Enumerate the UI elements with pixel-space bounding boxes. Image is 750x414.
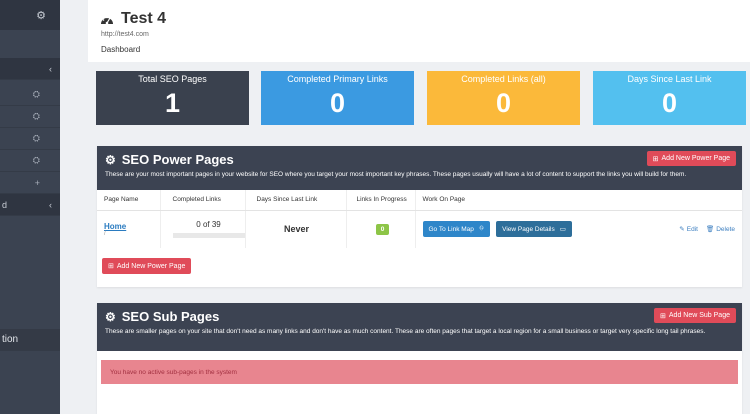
sidebar-header: ⚙ [0, 0, 60, 30]
sub-pages-panel: ⚙ SEO Sub Pages These are smaller pages … [97, 303, 742, 414]
stat-label: Completed Links (all) [461, 74, 546, 84]
window-icon: ▭ [559, 226, 566, 234]
gauge-icon: ⛭ [32, 155, 40, 165]
stat-days-since-last-link: Days Since Last Link 0 [593, 71, 746, 125]
stat-value: 1 [164, 88, 181, 118]
page-link-home[interactable]: Home [104, 222, 160, 231]
gauge-icon: ⛭ [32, 133, 40, 143]
trash-icon: 🗑 [705, 226, 715, 234]
sidebar-item-bottom-label: tion [2, 334, 19, 345]
cell-links-in-progress: 0 [346, 210, 416, 248]
power-pages-table: Page Name Completed Links Days Since Las… [97, 190, 742, 248]
sidebar-item-5[interactable]: + [0, 172, 60, 194]
col-completed-links: Completed Links [160, 190, 246, 211]
col-days-since-last-link: Days Since Last Link [245, 190, 347, 211]
power-pages-title-text: SEO Power Pages [121, 152, 234, 167]
cell-days-since: Never [245, 210, 347, 248]
site-name: Test 4 [121, 10, 167, 27]
view-page-details-button[interactable]: View Page Details ▭ [496, 221, 572, 238]
stat-label: Total SEO Pages [138, 74, 207, 84]
stat-value: 0 [329, 88, 346, 118]
gear-icon[interactable]: ⚙ [36, 9, 46, 22]
power-pages-description: These are your most important pages in y… [105, 171, 687, 178]
breadcrumb[interactable]: Dashboard [101, 45, 140, 54]
sub-pages-title: ⚙ SEO Sub Pages [105, 309, 734, 324]
no-sub-pages-alert: You have no active sub-pages in the syst… [101, 360, 738, 384]
delete-label: Delete [716, 225, 735, 233]
sidebar-item-4[interactable]: ⛭ [0, 150, 60, 172]
page-header: Test 4 http://test4.com Dashboard [88, 0, 750, 62]
completed-count: 0 of 39 [196, 220, 221, 230]
cell-page-name: Home / [97, 210, 161, 248]
add-sub-page-button[interactable]: ⊞ Add New Sub Page [654, 308, 736, 323]
table-header-row: Page Name Completed Links Days Since Las… [97, 190, 742, 211]
cell-work-on-page: Go To Link Map ⛗ View Page Details ▭ ✎ E… [415, 210, 742, 248]
chevron-left-icon: ‹ [49, 199, 52, 210]
sidebar-section-2[interactable]: d ‹ [0, 194, 60, 216]
stat-value: 0 [661, 88, 678, 118]
sub-pages-header: ⚙ SEO Sub Pages These are smaller pages … [97, 303, 742, 351]
sidebar-section-2-label: d [2, 199, 8, 210]
col-work-on-page: Work On Page [415, 190, 742, 211]
stat-label: Days Since Last Link [627, 74, 712, 84]
sidebar-item-1[interactable]: ⛭ [0, 84, 60, 106]
stat-completed-links-all: Completed Links (all) 0 [427, 71, 580, 125]
table-row: Home / 0 of 39 Never 0 Go To Link Map ⛗ … [97, 210, 742, 248]
dashboard-icon [101, 16, 113, 24]
edit-link[interactable]: ✎ Edit [679, 225, 698, 234]
add-power-page-button-bottom[interactable]: ⊞ Add New Power Page [102, 258, 192, 274]
sitemap-icon: ⛗ [478, 225, 485, 233]
view-page-details-label: View Page Details [502, 225, 555, 233]
gauge-icon: ⛭ [32, 111, 40, 121]
sidebar-section-toggle[interactable]: ‹ [0, 58, 60, 80]
sub-pages-description: These are smaller pages on your site tha… [105, 328, 706, 335]
completed-progress-bar [172, 233, 245, 239]
plus-icon: + [34, 177, 40, 188]
delete-link[interactable]: 🗑 Delete [705, 225, 735, 234]
chevron-left-icon: ‹ [49, 63, 52, 74]
gears-icon: ⚙ [105, 309, 116, 324]
sidebar-item-2[interactable]: ⛭ [0, 106, 60, 128]
stat-completed-primary-links: Completed Primary Links 0 [261, 71, 414, 125]
no-sub-pages-message: You have no active sub-pages in the syst… [110, 368, 237, 376]
stat-value: 0 [495, 88, 512, 118]
days-since-value: Never [283, 224, 310, 235]
add-power-page-button[interactable]: ⊞ Add New Power Page [646, 151, 736, 166]
power-pages-header: ⚙ SEO Power Pages These are your most im… [97, 146, 742, 190]
plus-square-icon: ⊞ [652, 155, 659, 163]
sidebar-item-3[interactable]: ⛭ [0, 128, 60, 150]
go-to-link-map-label: Go To Link Map [428, 225, 474, 233]
power-pages-panel: ⚙ SEO Power Pages These are your most im… [97, 146, 742, 287]
gauge-icon: ⛭ [32, 89, 40, 99]
gear-icon: ⚙ [105, 152, 116, 167]
sidebar: ⚙ ‹ ⛭ ⛭ ⛭ ⛭ + d ‹ tion [0, 0, 60, 414]
col-page-name: Page Name [97, 190, 161, 211]
sidebar-item-bottom[interactable]: tion [0, 329, 60, 351]
plus-square-icon: ⊞ [660, 312, 666, 320]
plus-square-icon: ⊞ [108, 263, 114, 270]
add-sub-page-label: Add New Sub Page [668, 312, 730, 319]
power-pages-title: ⚙ SEO Power Pages [105, 152, 734, 167]
add-power-page-bottom-label: Add New Power Page [116, 262, 186, 270]
page-title: Test 4 [100, 10, 166, 28]
go-to-link-map-button[interactable]: Go To Link Map ⛗ [422, 221, 491, 238]
pencil-icon: ✎ [679, 226, 685, 234]
cell-completed-links: 0 of 39 [160, 210, 246, 248]
edit-label: Edit [686, 225, 698, 233]
page-path: / [104, 230, 106, 237]
in-progress-badge: 0 [375, 223, 390, 235]
site-url[interactable]: http://test4.com [101, 31, 149, 38]
power-pages-footer: ⊞ Add New Power Page [97, 248, 742, 274]
stat-total-seo-pages: Total SEO Pages 1 [96, 71, 249, 125]
sub-pages-title-text: SEO Sub Pages [121, 309, 220, 324]
add-power-page-label: Add New Power Page [661, 155, 730, 162]
col-links-in-progress: Links In Progress [346, 190, 416, 211]
stat-label: Completed Primary Links [287, 74, 388, 84]
